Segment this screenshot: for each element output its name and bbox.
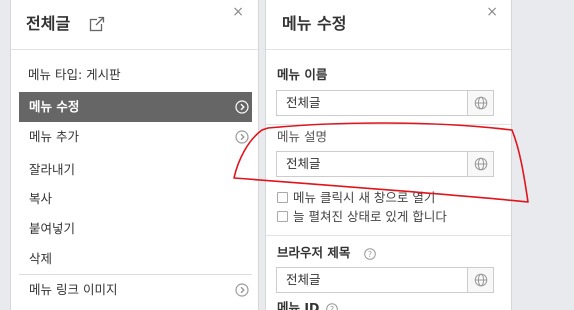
browser-title-language-button[interactable] (467, 268, 493, 292)
menu-description-label: 메뉴 설명 (277, 129, 327, 144)
menu-item-label: 메뉴 추가 (29, 129, 79, 144)
menu-item-delete[interactable]: 삭제 (19, 244, 252, 274)
globe-icon (474, 96, 488, 110)
menu-item-label: 복사 (29, 191, 53, 206)
chevron-right-circle-icon (235, 100, 249, 114)
help-icon[interactable]: ? (326, 303, 338, 310)
browser-title-field[interactable]: 전체글 (276, 267, 494, 293)
globe-icon (474, 273, 488, 287)
browser-title-label: 브라우저 제목 (277, 245, 351, 260)
menu-item-label: 삭제 (29, 251, 53, 266)
menu-name-language-button[interactable] (467, 91, 493, 115)
menu-id-label: 메뉴 ID (277, 300, 320, 310)
help-icon[interactable]: ? (364, 248, 376, 260)
svg-text:?: ? (330, 305, 334, 310)
menu-item-edit-menu[interactable]: 메뉴 수정 (19, 92, 252, 122)
close-right-panel-button[interactable]: × (486, 4, 498, 20)
close-left-panel-button[interactable]: × (232, 4, 244, 20)
title-divider (266, 49, 511, 50)
panel-title: 전체글 (26, 14, 71, 33)
menu-name-value: 전체글 (286, 95, 321, 110)
menu-edit-panel: × 메뉴 수정 메뉴 이름 전체글 메뉴 설명 전체글 메뉴 클릭시 새 창으로… (265, 0, 512, 310)
always-expanded-label: 늘 펼쳐진 상태로 있게 합니다 (293, 209, 447, 224)
menu-description-value: 전체글 (286, 156, 321, 171)
menu-name-field[interactable]: 전체글 (276, 90, 494, 116)
svg-text:?: ? (368, 250, 372, 259)
panel-title: 메뉴 수정 (282, 14, 347, 33)
menu-item-copy[interactable]: 복사 (19, 184, 252, 214)
menu-item-paste[interactable]: 붙여넣기 (19, 214, 252, 244)
globe-icon (474, 157, 488, 171)
menu-context-panel: × 전체글 메뉴 타입: 게시판 메뉴 수정메뉴 추가잘라내기복사붙여넣기삭제메… (10, 0, 259, 310)
menu-item-menu-link-image[interactable]: 메뉴 링크 이미지 (19, 274, 252, 304)
menu-item-label: 잘라내기 (29, 162, 76, 177)
section-divider (266, 235, 511, 236)
open-new-window-label: 메뉴 클릭시 새 창으로 열기 (293, 190, 436, 205)
external-link-icon[interactable] (88, 15, 106, 33)
menu-name-label: 메뉴 이름 (277, 67, 328, 82)
always-expanded-checkbox[interactable] (277, 211, 288, 222)
menu-description-field[interactable]: 전체글 (276, 151, 494, 177)
title-divider (11, 49, 258, 50)
open-new-window-checkbox[interactable] (277, 192, 288, 203)
browser-title-value: 전체글 (286, 272, 321, 287)
menu-item-cut[interactable]: 잘라내기 (19, 155, 252, 185)
menu-item-label: 메뉴 링크 이미지 (29, 282, 118, 297)
chevron-right-circle-icon (235, 130, 249, 144)
menu-description-language-button[interactable] (467, 152, 493, 176)
menu-item-label: 붙여넣기 (29, 221, 76, 236)
section-divider (266, 124, 511, 125)
menu-type-label: 메뉴 타입: 게시판 (28, 67, 121, 82)
menu-item-label: 메뉴 수정 (29, 99, 80, 114)
menu-item-add-menu[interactable]: 메뉴 추가 (19, 122, 252, 152)
chevron-right-circle-icon (235, 283, 249, 297)
